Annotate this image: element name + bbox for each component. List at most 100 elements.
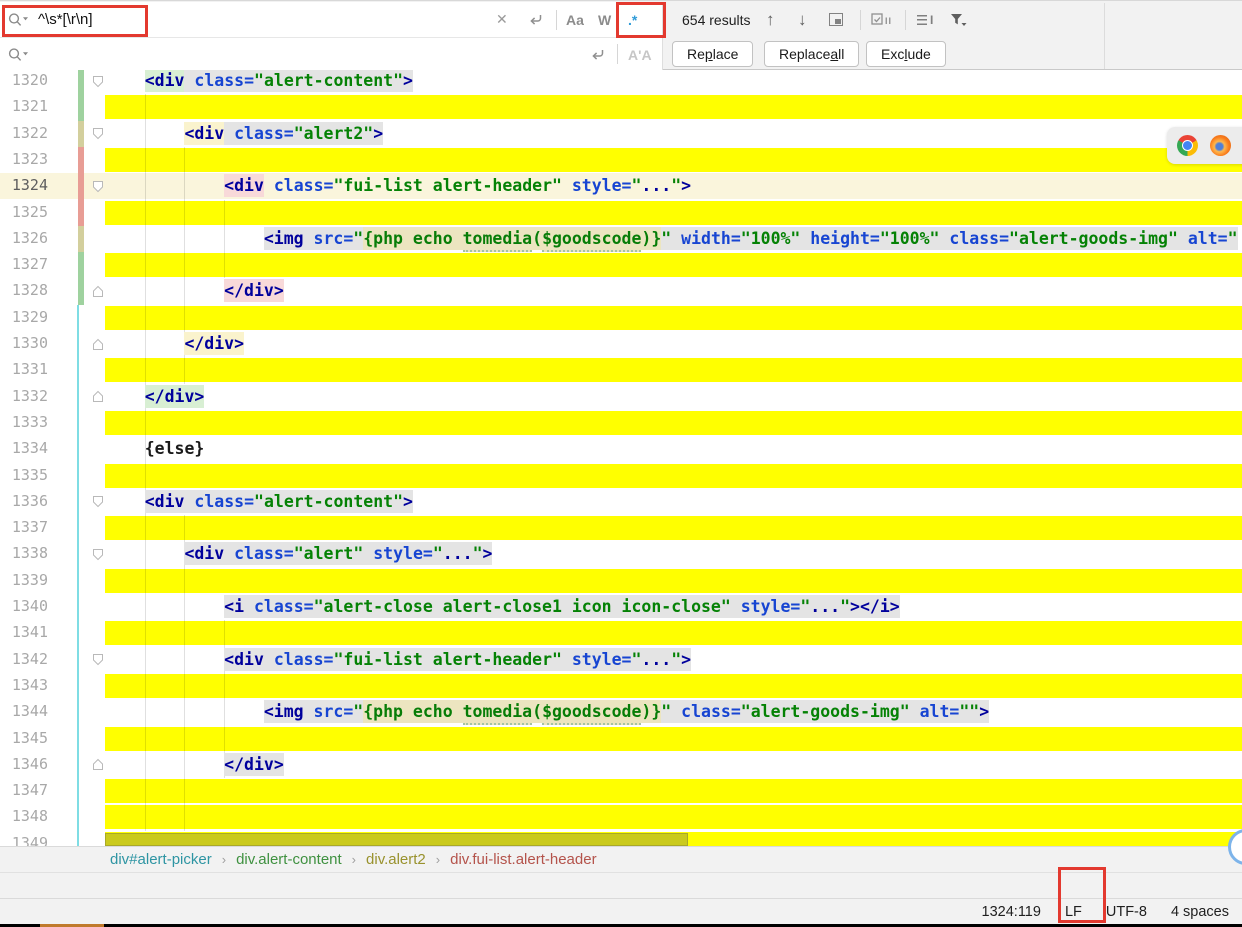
search-match-line[interactable] — [105, 305, 1242, 330]
horizontal-scrollbar-thumb[interactable] — [105, 833, 688, 846]
breadcrumb-item[interactable]: div.alert-content — [236, 851, 342, 868]
fold-marker-up[interactable] — [92, 285, 104, 298]
code-line[interactable]: </div> — [224, 279, 284, 303]
fold-marker-up[interactable] — [92, 758, 104, 771]
code-line[interactable]: <img src="{php echo tomedia($goodscode)}… — [263, 700, 990, 726]
breadcrumb-item[interactable]: div.alert2 — [366, 851, 426, 868]
firefox-icon[interactable] — [1210, 135, 1231, 156]
replace-all-button[interactable]: Replace a ll — [764, 41, 860, 67]
code-line[interactable]: <div class="alert-content"> — [144, 70, 413, 93]
search-match-line[interactable] — [105, 147, 1242, 172]
newline-icon[interactable] — [527, 2, 544, 37]
preserve-case-icon[interactable]: II — [871, 2, 892, 37]
line-number[interactable]: 1339 — [0, 571, 48, 589]
vcs-change-marker[interactable] — [78, 252, 84, 305]
next-occurrence-button[interactable]: ↓ — [798, 2, 807, 37]
code-line[interactable]: <div class="alert" style="..."> — [184, 542, 493, 566]
line-number[interactable]: 1337 — [0, 518, 48, 536]
fold-marker-down[interactable] — [92, 548, 104, 561]
line-number[interactable]: 1322 — [0, 124, 48, 142]
replace-button[interactable]: Re p lace — [672, 41, 754, 67]
code-line[interactable]: <i class="alert-close alert-close1 icon … — [224, 595, 900, 619]
line-number[interactable]: 1330 — [0, 334, 48, 352]
vcs-change-marker[interactable] — [77, 304, 79, 846]
regex-toggle[interactable]: .* — [628, 2, 637, 37]
line-number[interactable]: 1333 — [0, 413, 48, 431]
code-line[interactable]: <img src="{php echo tomedia($goodscode)}… — [263, 226, 1238, 252]
search-match-line[interactable] — [105, 95, 1242, 120]
line-number[interactable]: 1325 — [0, 203, 48, 221]
match-case-toggle[interactable]: Aa — [566, 2, 584, 37]
fold-marker-up[interactable] — [92, 390, 104, 403]
search-match-line[interactable] — [105, 463, 1242, 488]
open-in-window-icon[interactable] — [829, 2, 843, 37]
fold-marker-down[interactable] — [92, 75, 104, 88]
line-number[interactable]: 1336 — [0, 492, 48, 510]
fold-marker-up[interactable] — [92, 338, 104, 351]
line-number[interactable]: 1343 — [0, 676, 48, 694]
line-ending[interactable]: LF — [1065, 904, 1082, 920]
code-line[interactable]: {else} — [145, 437, 205, 461]
search-match-line[interactable] — [105, 621, 1242, 646]
breadcrumb-item[interactable]: div.fui-list.alert-header — [450, 851, 596, 868]
line-number[interactable]: 1342 — [0, 650, 48, 668]
line-number[interactable]: 1338 — [0, 544, 48, 562]
search-match-line[interactable] — [105, 253, 1242, 278]
filter-icon[interactable] — [949, 2, 967, 37]
line-number[interactable]: 1324 — [0, 176, 48, 194]
line-number[interactable]: 1349 — [0, 834, 48, 846]
line-number[interactable]: 1346 — [0, 755, 48, 773]
encoding[interactable]: UTF-8 — [1106, 904, 1147, 920]
search-icon[interactable] — [8, 2, 30, 37]
line-number[interactable]: 1348 — [0, 807, 48, 825]
line-number[interactable]: 1341 — [0, 623, 48, 641]
search-match-line[interactable] — [105, 805, 1242, 830]
code-line[interactable]: </div> — [224, 752, 284, 777]
preserve-case-toggle[interactable]: A'A — [628, 37, 652, 72]
search-match-line[interactable] — [105, 358, 1242, 383]
exclude-button[interactable]: Exc l ude — [866, 41, 946, 67]
select-lines-icon[interactable]: I — [917, 2, 933, 37]
search-match-line[interactable] — [105, 516, 1242, 541]
line-number[interactable]: 1323 — [0, 150, 48, 168]
line-number[interactable]: 1331 — [0, 360, 48, 378]
editor[interactable]: 1320 <div class="alert-content"> 1321 1322 <… — [0, 70, 1242, 846]
vcs-change-marker[interactable] — [78, 120, 84, 147]
code-line[interactable]: </div> — [144, 384, 205, 409]
line-number[interactable]: 1327 — [0, 255, 48, 273]
caret-position[interactable]: 1324:119 — [982, 904, 1041, 920]
line-number[interactable]: 1335 — [0, 466, 48, 484]
line-number[interactable]: 1340 — [0, 597, 48, 615]
line-number[interactable]: 1320 — [0, 71, 48, 89]
clear-search-icon[interactable]: ✕ — [496, 2, 508, 37]
search-match-line[interactable] — [105, 200, 1242, 225]
words-toggle[interactable]: W — [598, 2, 611, 37]
line-number[interactable]: 1332 — [0, 387, 48, 405]
chrome-icon[interactable] — [1177, 135, 1198, 156]
fold-marker-down[interactable] — [92, 127, 104, 140]
search-match-line[interactable] — [105, 410, 1242, 435]
line-number[interactable]: 1345 — [0, 729, 48, 747]
search-match-line[interactable] — [105, 568, 1242, 593]
line-number[interactable]: 1321 — [0, 97, 48, 115]
line-number[interactable]: 1326 — [0, 229, 48, 247]
vcs-change-marker[interactable] — [78, 70, 84, 121]
vcs-change-marker[interactable] — [78, 225, 84, 253]
prev-occurrence-button[interactable]: ↑ — [766, 2, 775, 37]
breadcrumb-item[interactable]: div#alert-picker — [110, 851, 212, 868]
vcs-change-marker[interactable] — [78, 146, 84, 226]
line-number[interactable]: 1328 — [0, 281, 48, 299]
code-line[interactable]: <div class="alert2"> — [184, 121, 384, 146]
search-match-line[interactable] — [105, 673, 1242, 698]
search-match-line[interactable] — [105, 779, 1242, 804]
fold-marker-down[interactable] — [92, 653, 104, 666]
code-line[interactable]: <div class="alert-content"> — [144, 489, 413, 514]
line-number[interactable]: 1344 — [0, 702, 48, 720]
fold-marker-down[interactable] — [92, 495, 104, 508]
indentation[interactable]: 4 spaces — [1171, 904, 1229, 920]
search-input[interactable]: ^\s*[\r\n] — [38, 2, 93, 37]
line-number[interactable]: 1334 — [0, 439, 48, 457]
newline-icon[interactable] — [589, 37, 606, 72]
line-number[interactable]: 1329 — [0, 308, 48, 326]
search-match-line[interactable] — [105, 726, 1242, 751]
